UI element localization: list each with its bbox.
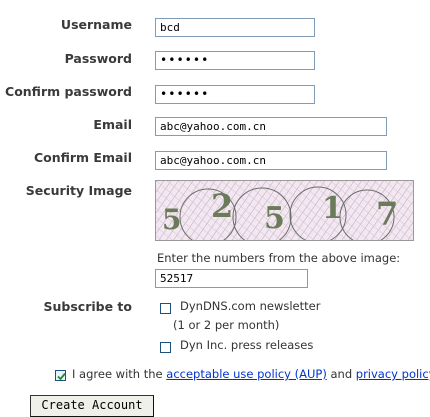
agreement-and: and xyxy=(330,367,353,381)
captcha-digit: 5 xyxy=(264,201,285,236)
privacy-policy-link[interactable]: privacy policy xyxy=(356,367,430,381)
confirm-password-label: Confirm password xyxy=(5,84,132,99)
press-releases-label: Dyn Inc. press releases xyxy=(180,338,314,352)
security-image-label: Security Image xyxy=(25,183,132,198)
captcha-digit: 1 xyxy=(322,191,343,226)
captcha-instruction: Enter the numbers from the above image: xyxy=(157,251,401,265)
create-account-button[interactable]: Create Account xyxy=(30,395,154,417)
press-releases-checkbox[interactable] xyxy=(160,342,171,353)
checkmark-icon xyxy=(57,372,66,381)
username-input[interactable]: bcd xyxy=(155,18,315,37)
security-captcha-image: 5 2 5 1 7 xyxy=(155,180,414,241)
email-input[interactable]: abc@yahoo.com.cn xyxy=(155,117,387,136)
newsletter-checkbox[interactable] xyxy=(160,303,171,314)
aup-link[interactable]: acceptable use policy (AUP) xyxy=(166,367,327,381)
confirm-email-label: Confirm Email xyxy=(33,150,132,165)
password-label: Password xyxy=(64,51,132,66)
newsletter-frequency-note: (1 or 2 per month) xyxy=(173,318,280,332)
captcha-digit: 7 xyxy=(376,195,399,233)
agreement-text: I agree with the acceptable use policy (… xyxy=(72,367,430,381)
agreement-prefix: I agree with the xyxy=(72,367,163,381)
username-label: Username xyxy=(60,17,132,32)
captcha-input[interactable]: 52517 xyxy=(155,269,308,288)
password-input[interactable]: •••••• xyxy=(155,51,315,70)
captcha-digit: 2 xyxy=(211,187,234,225)
email-label: Email xyxy=(93,117,132,132)
newsletter-label: DynDNS.com newsletter xyxy=(180,299,321,313)
confirm-email-input[interactable]: abc@yahoo.com.cn xyxy=(155,151,387,170)
confirm-password-input[interactable]: •••••• xyxy=(155,85,315,104)
captcha-digit: 5 xyxy=(162,203,182,236)
agree-checkbox[interactable] xyxy=(55,370,66,381)
subscribe-label: Subscribe to xyxy=(43,299,133,314)
